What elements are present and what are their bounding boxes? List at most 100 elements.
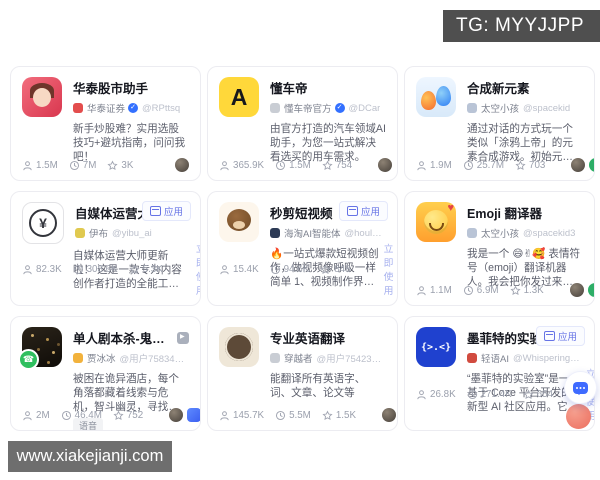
users-stat: 1.9M — [416, 160, 452, 171]
author-name: 华泰证券 — [87, 104, 126, 115]
bot-card[interactable]: 合成新元素 太空小孩 @spacekid 通过对话的方式玩一个类似「涂鸦上帝」的… — [404, 66, 595, 181]
star-icon — [113, 410, 124, 420]
usage-icon — [73, 264, 83, 274]
app-badge-icon — [346, 206, 358, 216]
use-now-button[interactable]: 立即使用 — [196, 241, 200, 297]
favorites-stat: 1.3K — [510, 285, 544, 296]
bot-avatar: ¥ — [22, 202, 64, 244]
favorites-count: 1.3K — [523, 284, 544, 296]
app-badge: 应用 — [338, 201, 388, 221]
app-badge-label: 应用 — [360, 207, 380, 218]
bot-avatar — [22, 77, 62, 117]
author-name: 海淘AI智能体 — [284, 229, 341, 240]
app-badge: 应用 — [535, 326, 585, 346]
title-mini-icon — [177, 331, 189, 344]
card-header: 专业英语翻译 穿越者 @用户7542300539251 — [219, 327, 386, 367]
usage-stat: 46.4M — [61, 410, 102, 421]
author-handle: @RPttsq — [142, 102, 181, 114]
star-icon — [515, 160, 526, 170]
author-name: 懂车帝官方 — [284, 104, 332, 115]
author-avatar — [75, 228, 85, 238]
usage-stat: 271.4K — [467, 389, 512, 400]
author-row: 海淘AI智能体 @houlMar — [270, 226, 386, 240]
watermark-site: www.xiakejianji.com — [8, 441, 172, 472]
author-handle: @DCar — [348, 102, 381, 114]
bot-card[interactable]: 应用 秒剪短视频 海淘AI智能体 @houlMar � — [207, 191, 398, 306]
users-stat: 145.7K — [219, 410, 264, 421]
users-stat: 15.4K — [219, 264, 259, 275]
card-heading: 单人剧本杀-鬼魅酒店 贾冰冰 @用户7583428189081 — [73, 327, 189, 367]
bot-avatar-glyph — [428, 222, 444, 231]
star-icon — [523, 389, 534, 399]
users-icon — [23, 410, 32, 420]
card-header: 单人剧本杀-鬼魅酒店 贾冰冰 @用户7583428189081 — [18, 327, 189, 370]
users-stat: 82.3K — [22, 264, 62, 275]
stats-row: 145.7K 5.5M 1.5K — [219, 408, 396, 422]
corner-icons — [378, 408, 396, 422]
users-count: 365.9K — [233, 159, 265, 171]
chat-float-button[interactable] — [564, 371, 597, 404]
bot-avatar — [416, 202, 456, 242]
bot-card[interactable]: 单人剧本杀-鬼魅酒店 贾冰冰 @用户7583428189081 被困在诡异酒店，… — [10, 316, 201, 431]
author-avatar — [73, 353, 83, 363]
card-heading: Emoji 翻译器 太空小孩 @spacekid3 — [467, 202, 575, 242]
usage-count: 6.9M — [476, 284, 499, 296]
bot-title: 秒剪短视频 — [270, 207, 333, 221]
phone-overlay-icon — [18, 349, 39, 370]
users-count: 1.1M — [430, 284, 452, 296]
author-avatar — [73, 103, 83, 113]
users-icon — [417, 389, 426, 399]
bot-title: Emoji 翻译器 — [467, 207, 543, 221]
author-handle: @spacekid3 — [523, 227, 576, 239]
author-name: 穿越者 — [284, 354, 313, 365]
corner-icons — [171, 158, 189, 172]
card-header: Emoji 翻译器 太空小孩 @spacekid3 — [416, 202, 583, 242]
users-count: 1.5M — [36, 159, 58, 171]
users-count: 82.3K — [36, 263, 62, 275]
author-avatar — [270, 103, 280, 113]
users-count: 2M — [36, 409, 50, 421]
bot-grid: 华泰股市助手 华泰证券 @RPttsq 新手炒股难？实用选股技巧+避坑指南，问问… — [10, 66, 595, 431]
author-name: 伊布 — [89, 229, 109, 240]
use-now-button[interactable]: 立即使用 — [384, 241, 394, 297]
bot-card[interactable]: Emoji 翻译器 太空小孩 @spacekid3 我是一个 😄✌🥰 表情符号（… — [404, 191, 595, 306]
usage-icon — [270, 264, 280, 274]
users-count: 15.4K — [233, 263, 259, 275]
author-handle: @yibu_ai — [112, 227, 152, 239]
favorites-stat: 1.5K — [322, 410, 356, 421]
avatar-dark-icon — [571, 158, 586, 172]
bot-card[interactable]: A 懂车帝 懂车帝官方 @DCar 由官方打造的汽车领域AI助手，为您一站式解决… — [207, 66, 398, 181]
star-icon — [320, 264, 331, 274]
bot-card[interactable]: 应用 ¥ 自媒体运营大师V2 伊布 @yibu_ai 自媒体运营大师更新啦！ 这… — [10, 191, 201, 306]
corner-icons — [374, 158, 393, 172]
author-avatar — [467, 353, 477, 363]
watermark-telegram: TG: MYYJJPP — [443, 10, 600, 42]
corner-icons — [566, 283, 594, 297]
usage-icon — [276, 410, 286, 420]
card-heading: 华泰股市助手 华泰证券 @RPttsq — [73, 77, 180, 117]
favorites-count: 5.3K — [142, 263, 163, 275]
bot-card[interactable]: 华泰股市助手 华泰证券 @RPttsq 新手炒股难？实用选股技巧+避坑指南，问问… — [10, 66, 201, 181]
users-icon — [220, 410, 229, 420]
card-heading: 懂车帝 懂车帝官方 @DCar — [270, 77, 380, 117]
users-icon — [220, 264, 229, 274]
bot-avatar: A — [219, 77, 259, 117]
star-icon — [107, 160, 118, 170]
usage-count: 7M — [82, 159, 97, 171]
favorites-stat: 703 — [515, 160, 545, 171]
bot-card[interactable]: 专业英语翻译 穿越者 @用户7542300539251 能翻译所有英语字、词、文… — [207, 316, 398, 431]
bot-avatar-art — [219, 202, 259, 242]
users-icon — [23, 264, 32, 274]
author-row: 华泰证券 @RPttsq — [73, 101, 180, 115]
pink-float-button[interactable] — [566, 404, 591, 429]
users-icon — [417, 285, 426, 295]
bot-title: 合成新元素 — [467, 82, 530, 96]
stats-row: 365.9K 1.5M 754 — [219, 158, 393, 172]
favorites-stat: 5.3K — [129, 264, 163, 275]
usage-stat: 7M — [69, 159, 97, 171]
users-icon — [417, 160, 426, 170]
bot-description: 能翻译所有英语字、词、文章、论文等 — [270, 373, 366, 399]
avatar-dark-icon — [382, 408, 396, 422]
bot-avatar — [416, 77, 456, 117]
stats-row: 1.1M 6.9M 1.3K — [416, 283, 594, 297]
